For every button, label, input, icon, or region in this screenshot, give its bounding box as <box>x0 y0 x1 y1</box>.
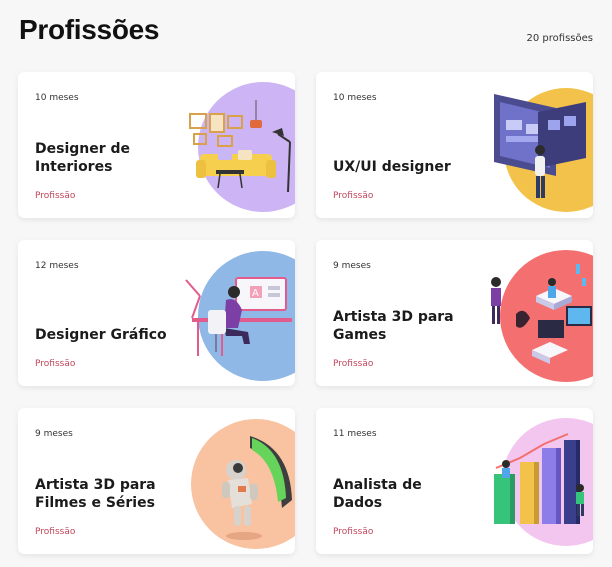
profession-card-3d-artist-games[interactable]: 9 meses Artista 3D para Games Profissão <box>316 240 593 386</box>
card-title: Artista 3D para Filmes e Séries <box>35 477 156 511</box>
profession-card-3d-artist-films[interactable]: 9 meses Artista 3D para Filmes e Séries … <box>18 408 295 554</box>
card-tag: Profissão <box>333 359 374 369</box>
card-tag: Profissão <box>35 359 76 369</box>
card-title: Artista 3D para Games <box>333 309 454 343</box>
3d-games-illustration <box>476 240 593 386</box>
card-tag: Profissão <box>333 527 374 537</box>
profession-card-ux-ui-designer[interactable]: 10 meses UX/UI designer Profissão <box>316 72 593 218</box>
card-duration: 10 meses <box>333 93 377 103</box>
card-duration: 11 meses <box>333 429 377 439</box>
page-title: Profissões <box>19 14 160 45</box>
card-duration: 9 meses <box>333 261 371 271</box>
data-analyst-illustration <box>476 408 593 554</box>
profession-count: 20 profissões <box>526 33 593 44</box>
interior-design-illustration <box>178 72 295 218</box>
3d-films-illustration <box>178 408 295 554</box>
card-duration: 12 meses <box>35 261 79 271</box>
profession-card-interior-designer[interactable]: 10 meses Designer de Interiores Profissã… <box>18 72 295 218</box>
card-title: Designer Gráfico <box>35 327 167 343</box>
card-title: UX/UI designer <box>333 159 451 175</box>
profession-card-data-analyst[interactable]: 11 meses Analista de Dados Profissão <box>316 408 593 554</box>
card-tag: Profissão <box>35 191 76 201</box>
card-duration: 10 meses <box>35 93 79 103</box>
card-title: Designer de Interiores <box>35 141 131 175</box>
card-title: Analista de Dados <box>333 477 422 511</box>
card-tag: Profissão <box>333 191 374 201</box>
card-tag: Profissão <box>35 527 76 537</box>
profession-card-graphic-designer[interactable]: 12 meses Designer Gráfico Profissão A <box>18 240 295 386</box>
graphic-design-illustration: A <box>178 240 295 386</box>
svg-text:A: A <box>252 288 259 299</box>
card-duration: 9 meses <box>35 429 73 439</box>
page-header: Profissões 20 profissões <box>19 14 593 54</box>
ux-ui-illustration <box>476 72 593 218</box>
